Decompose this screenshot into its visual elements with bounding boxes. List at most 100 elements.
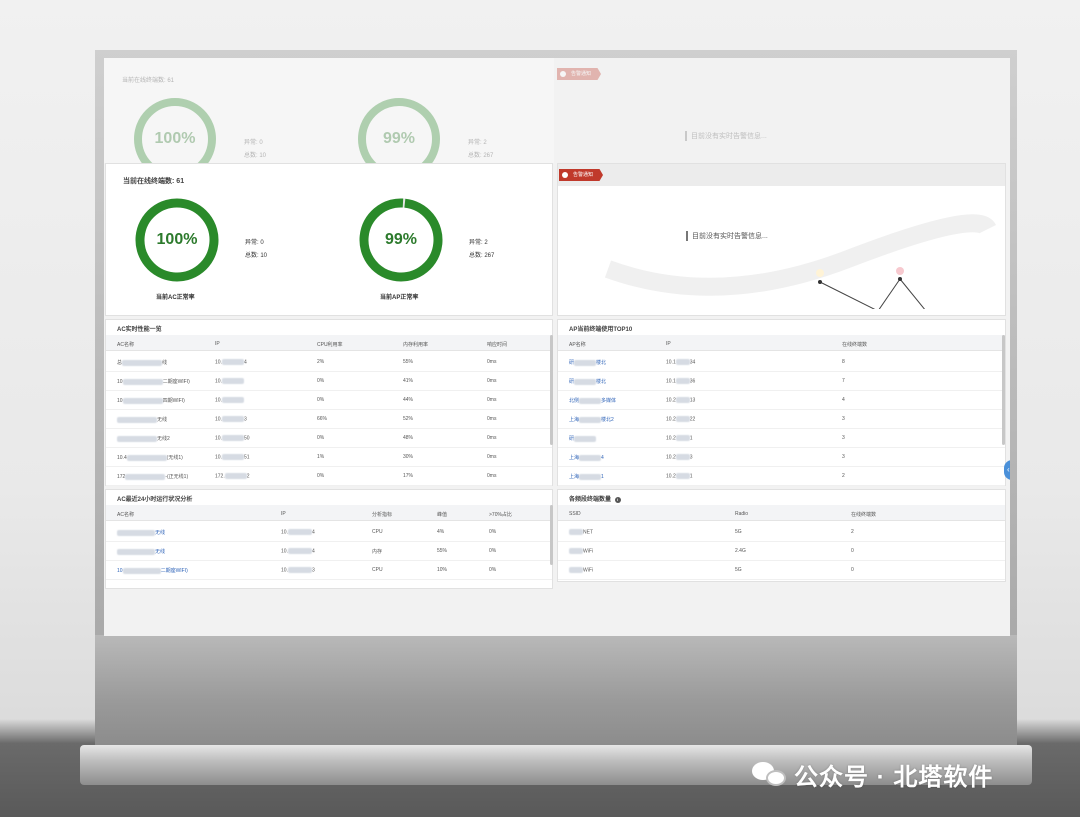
ac-mem-cell: 41% xyxy=(403,378,414,384)
ap-top10-col-name[interactable]: AP名称 xyxy=(569,341,586,348)
ac-ratio-percent: 100% xyxy=(156,231,198,248)
wireless-count-cell: 0 xyxy=(851,548,854,554)
ac-realtime-title: AC实时性能一览 xyxy=(117,327,162,333)
ap-ip-cell: 10.1 36 xyxy=(666,378,696,385)
alarm-tag[interactable]: 告警通知 xyxy=(559,169,604,181)
ac-realtime-col-name[interactable]: AC名称 xyxy=(117,341,134,348)
redacted-mask xyxy=(579,416,602,423)
redacted-mask xyxy=(675,416,690,422)
ac-24h-ratio-cell: 0% xyxy=(489,548,497,554)
redacted-mask xyxy=(574,359,597,366)
wireless-ssid-cell: WiFi xyxy=(569,567,593,573)
ac-mem-cell: 44% xyxy=(403,397,414,403)
ac-abnormal: 异常: 0 xyxy=(245,237,264,250)
wireless-title-wrap: 各频段终端数量 i xyxy=(569,494,621,503)
ghost-alarm-tag: 告警通知 xyxy=(557,68,602,80)
ac-ip-cell: 10. xyxy=(215,397,244,403)
ap-top10-col-ip[interactable]: IP xyxy=(666,341,671,347)
ac-name-cell: 10.4 (无线1) xyxy=(117,454,183,461)
ac-resp-cell: 0ms xyxy=(487,416,497,422)
alarm-header xyxy=(558,164,1005,186)
ap-top10-col-count[interactable]: 在线终端数 xyxy=(842,341,867,348)
ac-24h-name-link[interactable]: 无线 xyxy=(117,548,165,555)
ac-realtime-panel: AC实时性能一览 AC名称 IP CPU利用率 内存利用率 响应时间 总线 10.… xyxy=(105,319,553,486)
ac-abnormal-label: 异常: xyxy=(245,240,259,246)
redacted-mask xyxy=(579,397,602,404)
ac-name-cell: 无线2 xyxy=(117,435,170,442)
row-divider xyxy=(106,371,552,372)
alarm-empty-text: 目前没有实时告警信息... xyxy=(686,231,768,241)
health-panel: 当前在线终端数: 61 100% 异常: 0 总数: 10 当前AC正常率 99… xyxy=(105,163,553,316)
ac-total-value: 10 xyxy=(260,253,268,259)
ap-name-link[interactable]: 上海 4 xyxy=(569,454,604,461)
wireless-col-radio[interactable]: Radio xyxy=(735,511,748,517)
watermark: 公众号 · 北塔软件 xyxy=(752,757,993,792)
chevron-left-icon: ‹ xyxy=(1007,465,1010,474)
ap-total: 总数: 267 xyxy=(469,250,494,263)
ac-realtime-col-mem[interactable]: 内存利用率 xyxy=(403,341,428,348)
wireless-radio-cell: 5G xyxy=(735,567,742,573)
ac-24h-col-name[interactable]: AC名称 xyxy=(117,511,134,518)
ac-ip-cell: 10. 4 xyxy=(215,359,247,366)
ap-count-cell: 8 xyxy=(842,359,845,365)
row-divider xyxy=(558,371,1005,372)
redacted-mask xyxy=(122,359,163,366)
ac-realtime-col-cpu[interactable]: CPU利用率 xyxy=(317,341,343,348)
ac-resp-cell: 0ms xyxy=(487,435,497,441)
wireless-col-count[interactable]: 在线终端数 xyxy=(851,511,876,518)
info-icon[interactable]: i xyxy=(614,497,621,503)
row-divider xyxy=(558,428,1005,429)
ac-ip-cell: 10. 3 xyxy=(215,416,247,423)
ac-total: 总数: 10 xyxy=(245,250,267,263)
ghost-ac-percent: 100% xyxy=(154,130,196,147)
redacted-mask xyxy=(569,567,583,573)
ac-24h-peak-cell: 55% xyxy=(437,548,448,554)
ac-ratio-ring: 100% xyxy=(133,196,221,284)
ac-realtime-col-ip[interactable]: IP xyxy=(215,341,220,347)
row-divider xyxy=(558,390,1005,391)
ac-24h-col-ip[interactable]: IP xyxy=(281,511,286,517)
ac-name-cell: 总线 xyxy=(117,359,168,366)
redacted-mask xyxy=(221,435,244,441)
ac-resp-cell: 0ms xyxy=(487,359,497,365)
row-divider xyxy=(106,541,552,542)
ac-24h-col-metric[interactable]: 分析指标 xyxy=(372,511,392,518)
ac-ip-cell: 10. 51 xyxy=(215,454,250,461)
ac-mem-cell: 48% xyxy=(403,435,414,441)
ghost-left: 当前在线终端数: 61 100% 异常: 0 总数: 10 99% 异常: 2 … xyxy=(104,58,554,180)
ap-top10-title: AP当前终端使用TOP10 xyxy=(569,327,633,333)
ac-24h-col-peak[interactable]: 峰值 xyxy=(437,511,447,518)
ghost-overlay: 当前在线终端数: 61 100% 异常: 0 总数: 10 99% 异常: 2 … xyxy=(104,58,1010,180)
ac-24h-name-link[interactable]: 无线 xyxy=(117,529,165,536)
ap-name-link[interactable]: 北侧 多媒体 xyxy=(569,397,616,404)
wireless-panel: 各频段终端数量 i SSID Radio 在线终端数 NET 5G 2 WiFi 2.4… xyxy=(557,489,1006,582)
row-divider xyxy=(558,560,1005,561)
ap-name-link[interactable]: 上海 楼北2 xyxy=(569,416,614,423)
ac-24h-title: AC最近24小时运行状况分析 xyxy=(117,497,193,503)
wechat-icon xyxy=(752,760,788,790)
ac-24h-name-link[interactable]: 10 二期座WIFI) xyxy=(117,567,188,574)
ap-name-link[interactable]: 研 xyxy=(569,435,597,442)
ac-24h-ratio-cell: 0% xyxy=(489,567,497,573)
row-divider xyxy=(106,390,552,391)
ap-name-link[interactable]: 研楼北 xyxy=(569,378,606,385)
ap-name-link[interactable]: 上海 1 xyxy=(569,473,604,480)
ap-name-link[interactable]: 研楼北 xyxy=(569,359,606,366)
redacted-mask xyxy=(574,435,597,442)
ac-cpu-cell: 2% xyxy=(317,359,325,365)
ap-top10-scrollbar[interactable] xyxy=(1002,335,1005,445)
ac-cpu-cell: 0% xyxy=(317,435,325,441)
ac-realtime-col-resp[interactable]: 响应时间 xyxy=(487,341,507,348)
ac-realtime-scrollbar[interactable] xyxy=(550,335,553,445)
wireless-col-ssid[interactable]: SSID xyxy=(569,511,581,517)
ac-24h-peak-cell: 10% xyxy=(437,567,448,573)
ac-24h-metric-cell: CPU xyxy=(372,529,383,535)
sidebar-toggle[interactable]: ‹ xyxy=(1004,460,1010,480)
redacted-mask xyxy=(221,416,244,422)
ac-24h-scrollbar[interactable] xyxy=(550,505,553,565)
ac-24h-col-ratio[interactable]: >70%占比 xyxy=(489,511,512,518)
ac-name-cell: 172 -(正无线1) xyxy=(117,473,189,480)
ac-total-label: 总数: xyxy=(245,253,259,259)
redacted-mask xyxy=(675,359,690,365)
ghost-right: 告警通知 目前没有实时告警信息... xyxy=(557,66,1007,163)
